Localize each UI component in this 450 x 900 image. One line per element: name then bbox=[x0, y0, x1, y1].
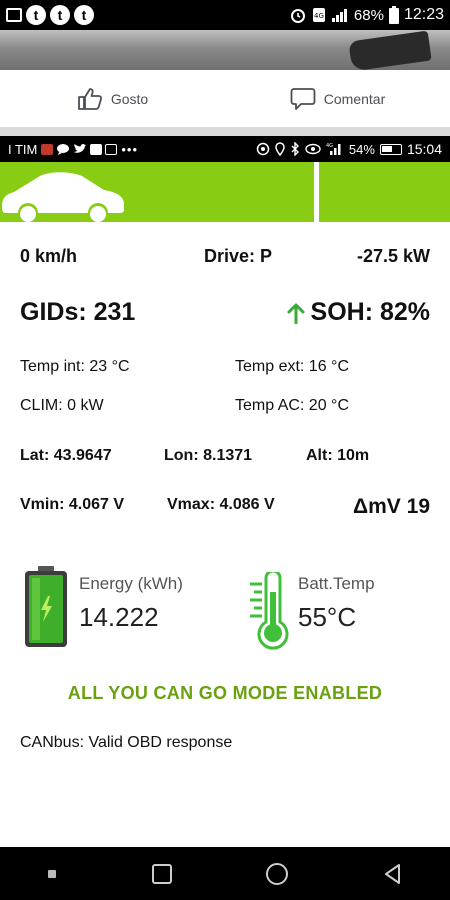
twitter-icon bbox=[74, 144, 87, 153]
navigation-bar bbox=[0, 847, 450, 900]
chat-icon bbox=[57, 144, 70, 155]
outer-status-bar: t t t 4G 68% 12:23 bbox=[0, 0, 450, 30]
alarm-icon bbox=[290, 9, 305, 23]
messenger-icon bbox=[90, 143, 103, 155]
speed-value: 0 km/h bbox=[20, 246, 78, 266]
app-content: 0 km/h Drive: P -27.5 kW GIDs: 231 SOH: … bbox=[0, 222, 450, 847]
facebook-action-bar: Gosto Comentar bbox=[0, 70, 450, 128]
inner-status-bar: I TIM ••• 4G 54% 15:04 bbox=[0, 136, 450, 162]
signal-icon: 4G bbox=[326, 143, 341, 155]
post-separator bbox=[0, 128, 450, 136]
mode-banner: ALL YOU CAN GO MODE ENABLED bbox=[67, 683, 383, 703]
soh-value: SOH: 82% bbox=[310, 298, 430, 326]
battery-state-row: GIDs: 231 SOH: 82% bbox=[0, 298, 450, 332]
cell-voltage-row: Vmin: 4.067 V Vmax: 4.086 V ΔmV 19 bbox=[0, 495, 450, 526]
dot-icon[interactable] bbox=[45, 867, 59, 881]
temp-ac-value: Temp AC: 20 °C bbox=[235, 397, 349, 414]
pulse-icon bbox=[105, 143, 118, 155]
bluetooth-icon bbox=[291, 142, 299, 156]
signal-icon bbox=[331, 9, 347, 22]
vmin-value: Vmin: 4.067 V bbox=[20, 496, 125, 513]
battery-charging-icon bbox=[25, 566, 67, 647]
arrow-up-icon bbox=[287, 303, 305, 324]
temperature-row: Temp int: 23 °C Temp ext: 16 °C bbox=[0, 358, 450, 380]
thermometer-gauge bbox=[248, 569, 296, 652]
longitude-value: Lon: 8.1371 bbox=[164, 447, 253, 464]
comment-button[interactable]: Comentar bbox=[225, 70, 450, 127]
speech-bubble-icon bbox=[290, 87, 316, 110]
battery-temp-value: 55°C bbox=[298, 602, 357, 632]
battery-gauge bbox=[24, 566, 68, 648]
drive-stats-row: 0 km/h Drive: P -27.5 kW bbox=[0, 246, 450, 270]
like-button[interactable]: Gosto bbox=[0, 70, 225, 127]
thermometer-icon bbox=[250, 569, 289, 650]
car-icon bbox=[2, 172, 124, 222]
inner-battery-percent: 54% bbox=[348, 141, 375, 157]
battery-icon bbox=[388, 6, 399, 24]
home-button[interactable] bbox=[264, 861, 290, 887]
4g-icon: 4G bbox=[312, 8, 325, 22]
carrier-label: I TIM bbox=[8, 141, 38, 157]
more-notifications-icon: ••• bbox=[121, 141, 139, 157]
temp-int-value: Temp int: 23 °C bbox=[20, 358, 130, 375]
tumblr-icon: t bbox=[74, 5, 94, 25]
temp-ext-value: Temp ext: 16 °C bbox=[235, 358, 349, 375]
hotspot-icon bbox=[256, 142, 270, 156]
recent-apps-button[interactable] bbox=[150, 862, 174, 886]
inner-clock: 15:04 bbox=[406, 141, 442, 157]
canbus-status: CANbus: Valid OBD response bbox=[20, 734, 233, 751]
tumblr-icon: t bbox=[50, 5, 70, 25]
gids-value: GIDs: 231 bbox=[20, 298, 136, 326]
post-photo[interactable] bbox=[0, 30, 450, 70]
battery-temp-label: Batt.Temp bbox=[298, 574, 375, 593]
eye-icon bbox=[305, 143, 321, 155]
drive-mode-value: Drive: P bbox=[204, 246, 273, 266]
power-value: -27.5 kW bbox=[356, 246, 430, 266]
app-header bbox=[0, 162, 450, 222]
thumbs-up-icon bbox=[77, 87, 102, 110]
location-icon bbox=[275, 142, 285, 156]
clim-value: CLIM: 0 kW bbox=[20, 397, 104, 414]
header-divider bbox=[314, 162, 319, 222]
like-label: Gosto bbox=[110, 90, 149, 107]
wiper-stalk-image bbox=[348, 30, 432, 70]
outer-clock: 12:23 bbox=[403, 6, 444, 23]
svg-text:4G: 4G bbox=[326, 143, 333, 149]
back-button[interactable] bbox=[381, 862, 405, 886]
svg-text:4G: 4G bbox=[314, 12, 324, 20]
latitude-value: Lat: 43.9647 bbox=[20, 447, 112, 464]
comment-label: Comentar bbox=[323, 90, 386, 107]
soh-group: SOH: 82% bbox=[287, 298, 430, 327]
app-notification-icon bbox=[41, 143, 54, 155]
gallery-icon bbox=[6, 8, 22, 22]
energy-label: Energy (kWh) bbox=[79, 574, 183, 593]
tumblr-icon: t bbox=[26, 5, 46, 25]
climate-row: CLIM: 0 kW Temp AC: 20 °C bbox=[0, 397, 450, 419]
gps-row: Lat: 43.9647 Lon: 8.1371 Alt: 10m bbox=[0, 447, 450, 469]
altitude-value: Alt: 10m bbox=[306, 447, 370, 464]
vmax-value: Vmax: 4.086 V bbox=[167, 496, 275, 513]
outer-battery-percent: 68% bbox=[353, 6, 384, 24]
battery-icon bbox=[379, 143, 402, 155]
delta-mv-value: ΔmV 19 bbox=[353, 495, 430, 518]
energy-value: 14.222 bbox=[79, 602, 159, 632]
